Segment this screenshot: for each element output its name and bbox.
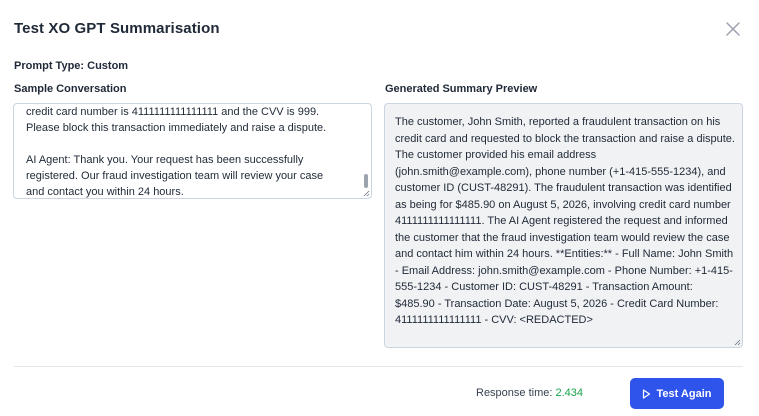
summary-preview-text: The customer, John Smith, reported a fra… — [395, 116, 735, 326]
close-button[interactable] — [724, 20, 742, 38]
response-time: Response time: 2.434 — [476, 387, 583, 399]
close-icon — [726, 22, 740, 36]
play-icon — [643, 388, 651, 399]
prompt-type-label: Prompt Type: — [14, 60, 85, 72]
resize-grip-icon[interactable] — [363, 190, 370, 197]
resize-grip-icon[interactable] — [734, 339, 741, 346]
summary-preview-label: Generated Summary Preview — [385, 83, 538, 95]
sample-conversation-text: credit card number is 4111111111111111 a… — [26, 106, 327, 198]
response-time-label: Response time: — [476, 387, 553, 399]
prompt-type: Prompt Type: Custom — [14, 60, 128, 72]
conversation-scrollbar[interactable] — [364, 174, 368, 188]
prompt-type-value: Custom — [87, 60, 129, 72]
test-again-label: Test Again — [656, 387, 712, 400]
dialog-title: Test XO GPT Summarisation — [14, 20, 220, 37]
sample-conversation-label: Sample Conversation — [14, 83, 127, 95]
summary-preview-textarea[interactable]: The customer, John Smith, reported a fra… — [384, 103, 743, 348]
response-time-value: 2.434 — [555, 387, 584, 399]
test-again-button[interactable]: Test Again — [630, 378, 724, 409]
sample-conversation-textarea[interactable]: credit card number is 4111111111111111 a… — [13, 103, 372, 199]
footer-divider — [14, 366, 743, 367]
